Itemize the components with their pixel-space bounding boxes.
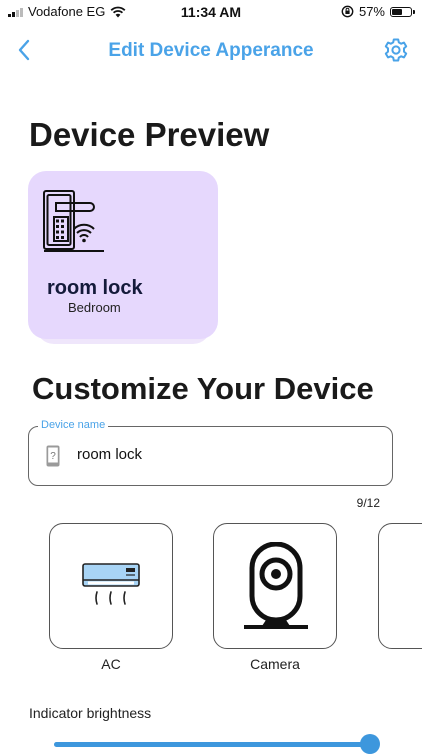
- device-type-tile-ac[interactable]: [49, 523, 173, 649]
- device-preview-card: room lock Bedroom: [28, 171, 218, 339]
- status-right: 57%: [341, 4, 415, 19]
- device-type-tile-camera[interactable]: [213, 523, 337, 649]
- svg-text:?: ?: [50, 451, 56, 462]
- device-type-tile-partial[interactable]: [378, 523, 422, 649]
- indicator-brightness-slider[interactable]: [54, 734, 380, 754]
- page-title: Edit Device Apperance: [108, 40, 314, 61]
- gear-icon[interactable]: [382, 36, 410, 64]
- smart-lock-icon: [43, 190, 104, 252]
- battery-icon: [390, 6, 415, 17]
- air-conditioner-icon: [82, 563, 140, 605]
- status-bar: Vodafone EG 11:34 AM 57%: [0, 0, 422, 24]
- device-name-field-label: Device name: [38, 419, 109, 431]
- app-header: Edit Device Apperance: [0, 30, 422, 70]
- device-name-field[interactable]: Device name ?: [28, 419, 393, 486]
- slider-fill: [54, 742, 370, 747]
- device-preview-heading: Device Preview: [29, 116, 270, 153]
- preview-room-name: Bedroom: [68, 300, 121, 315]
- device-type-label-camera: Camera: [250, 656, 300, 672]
- device-question-icon: ?: [46, 445, 60, 467]
- device-type-label-ac: AC: [101, 656, 121, 672]
- indicator-brightness-label: Indicator brightness: [29, 705, 152, 721]
- device-name-input[interactable]: [77, 446, 367, 463]
- device-type-carousel[interactable]: AC Camera: [0, 523, 422, 683]
- battery-percent: 57%: [358, 4, 385, 19]
- slider-thumb[interactable]: [360, 734, 380, 754]
- orientation-lock-icon: [341, 5, 354, 18]
- char-counter: 9/12: [356, 496, 380, 510]
- customize-heading: Customize Your Device: [32, 371, 374, 406]
- preview-device-name: room lock: [47, 277, 143, 299]
- security-camera-icon: [244, 542, 308, 629]
